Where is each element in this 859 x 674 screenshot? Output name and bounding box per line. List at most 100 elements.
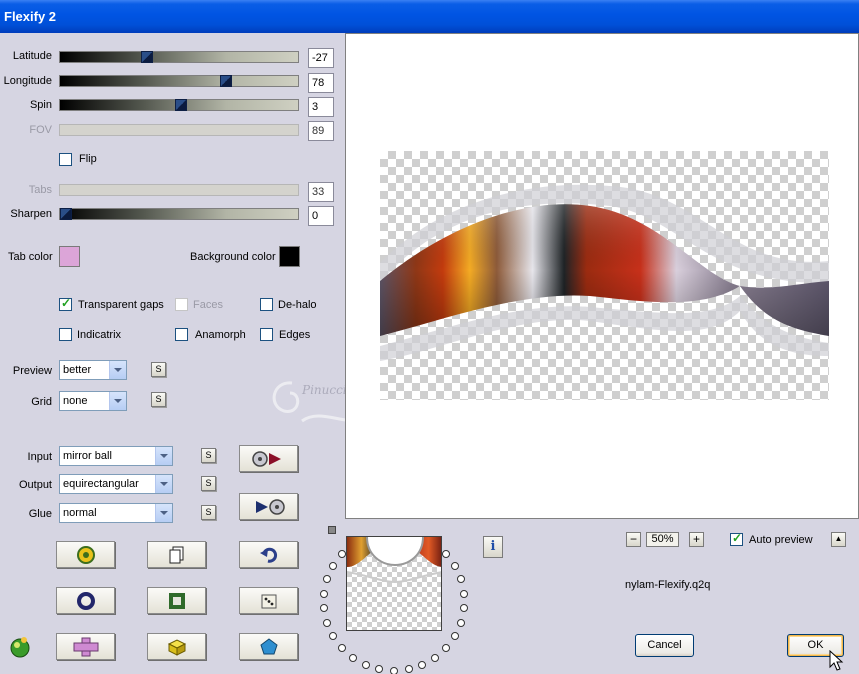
- edges-checkbox[interactable]: [260, 328, 273, 341]
- cancel-button[interactable]: Cancel: [635, 634, 694, 657]
- navigator-thumbnail[interactable]: [346, 536, 442, 631]
- pentagon-icon: [259, 637, 278, 654]
- sharpen-slider-thumb[interactable]: [60, 208, 72, 220]
- output-to-input-button[interactable]: [239, 493, 298, 520]
- tab-dot: [459, 604, 468, 613]
- tabs-value: 33: [308, 182, 334, 202]
- tab-color-swatch[interactable]: [59, 246, 80, 267]
- thumbnail-image: [347, 537, 441, 584]
- output-s-button[interactable]: S: [201, 476, 216, 491]
- latitude-slider[interactable]: [59, 51, 299, 63]
- tab-dot: [348, 653, 357, 662]
- longitude-slider[interactable]: [59, 75, 299, 87]
- mouse-cursor-icon: [829, 650, 844, 671]
- ring-button[interactable]: [56, 587, 115, 614]
- flip-checkbox[interactable]: [59, 153, 72, 166]
- glue-label: Glue: [28, 508, 52, 520]
- output-select[interactable]: equirectangular: [59, 474, 173, 494]
- cube-icon: [167, 638, 186, 656]
- zoom-out-button[interactable]: −: [626, 532, 641, 547]
- preview-select-value: better: [63, 364, 92, 376]
- transparent-gaps-label: Transparent gaps: [78, 299, 164, 311]
- fov-slider: [59, 124, 299, 136]
- input-s-button[interactable]: S: [201, 448, 216, 463]
- de-halo-checkbox[interactable]: [260, 298, 273, 311]
- tab-dot: [323, 618, 332, 627]
- chevron-down-icon: [155, 447, 172, 465]
- tab-dot: [337, 550, 346, 559]
- anamorph-checkbox[interactable]: [175, 328, 188, 341]
- edges-label: Edges: [279, 329, 311, 341]
- tab-dot: [323, 575, 332, 584]
- zoom-in-button[interactable]: +: [689, 532, 704, 547]
- glue-select[interactable]: normal: [59, 503, 173, 523]
- random-button[interactable]: [239, 587, 298, 614]
- tab-dot: [450, 632, 459, 640]
- zoom-level: 50%: [646, 532, 679, 547]
- randomize-color-button[interactable]: [56, 541, 115, 568]
- check-mark-icon: ✓: [732, 531, 743, 545]
- grid-s-button[interactable]: S: [151, 392, 166, 407]
- grid-label: Grid: [31, 396, 52, 408]
- spin-slider-thumb[interactable]: [175, 99, 188, 111]
- sharpen-value[interactable]: 0: [308, 206, 334, 226]
- glue-s-button[interactable]: S: [201, 505, 216, 520]
- tab-dot: [320, 604, 329, 613]
- disc-arrow-icon: [251, 450, 281, 467]
- flip-label: Flip: [79, 153, 97, 165]
- tab-dot: [431, 653, 440, 662]
- undo-button[interactable]: [239, 541, 298, 568]
- sharpen-slider[interactable]: [59, 208, 299, 220]
- tab-dot: [442, 550, 451, 559]
- navigator-handle[interactable]: [328, 526, 336, 534]
- input-label: Input: [27, 451, 52, 463]
- preview-canvas[interactable]: [345, 33, 859, 519]
- dice-icon: [261, 594, 276, 608]
- arrow-disc-icon: [255, 498, 285, 515]
- fov-value: 89: [308, 121, 334, 141]
- copy-icon: [169, 546, 183, 563]
- window-title: Flexify 2: [0, 0, 859, 33]
- copy-button[interactable]: [147, 541, 206, 568]
- spin-value[interactable]: 3: [308, 97, 334, 117]
- tab-dot: [375, 665, 384, 674]
- longitude-value[interactable]: 78: [308, 73, 334, 93]
- anamorph-label: Anamorph: [195, 329, 246, 341]
- background-color-swatch[interactable]: [279, 246, 300, 267]
- cube-button[interactable]: [147, 633, 206, 660]
- tabs-label: Tabs: [28, 184, 52, 196]
- de-halo-label: De-halo: [278, 299, 317, 311]
- pentagon-button[interactable]: [239, 633, 298, 660]
- frame-button[interactable]: [147, 587, 206, 614]
- input-select[interactable]: mirror ball: [59, 446, 173, 466]
- fov-label: FOV: [29, 124, 52, 136]
- collapse-button[interactable]: ▲: [831, 532, 846, 547]
- preset-name: nylam-Flexify.q2q: [625, 579, 711, 591]
- info-button[interactable]: i: [483, 536, 503, 558]
- chevron-down-icon: [109, 361, 126, 379]
- output-select-value: equirectangular: [63, 478, 139, 490]
- tabs-slider: [59, 184, 299, 196]
- preview-s-button[interactable]: S: [151, 362, 166, 377]
- plugin-logo: [8, 634, 32, 658]
- glue-select-value: normal: [63, 507, 97, 519]
- grid-select[interactable]: none: [59, 391, 127, 411]
- spin-label: Spin: [29, 99, 52, 111]
- auto-preview-checkbox[interactable]: ✓: [730, 531, 743, 546]
- spin-slider[interactable]: [59, 99, 299, 111]
- flexify-dialog: Latitude -27 Longitude 78 Spin 3 FOV 89 …: [0, 33, 859, 674]
- globe-icon: [76, 545, 95, 564]
- preview-select[interactable]: better: [59, 360, 127, 380]
- tab-dot: [456, 618, 465, 627]
- cross-button[interactable]: [56, 633, 115, 660]
- latitude-slider-thumb[interactable]: [141, 51, 154, 63]
- tab-dot: [329, 632, 338, 640]
- transparent-gaps-checkbox[interactable]: ✓: [59, 296, 72, 311]
- longitude-label: Longitude: [3, 75, 52, 87]
- chevron-down-icon: [155, 504, 172, 522]
- latitude-value[interactable]: -27: [308, 48, 334, 68]
- auto-preview-label: Auto preview: [749, 534, 813, 546]
- indicatrix-checkbox[interactable]: [59, 328, 72, 341]
- longitude-slider-thumb[interactable]: [220, 75, 233, 87]
- flexify-logo-icon: [10, 637, 30, 658]
